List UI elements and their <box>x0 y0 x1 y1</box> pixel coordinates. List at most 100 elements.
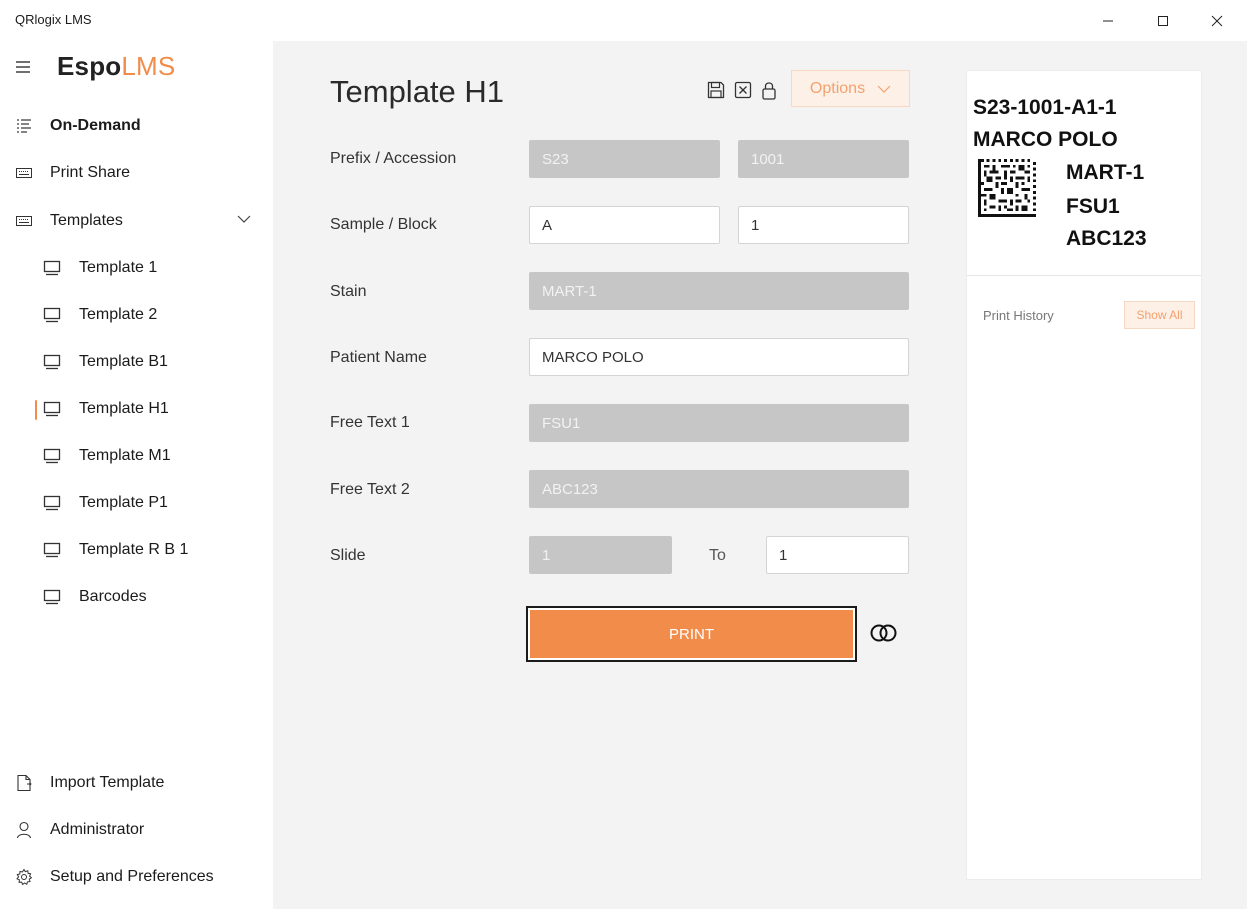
sidebar-item-label: Template R B 1 <box>79 541 189 558</box>
brand-part2: LMS <box>121 51 176 81</box>
preview-patient-name: MARCO POLO <box>973 128 1118 151</box>
preview-stain: MART-1 <box>1066 161 1145 184</box>
lock-icon <box>762 82 776 100</box>
sidebar-item-administrator[interactable]: Administrator <box>0 810 273 850</box>
sidebar-item-label: Template 2 <box>79 306 158 323</box>
preview-free-text-2: ABC123 <box>1066 227 1147 250</box>
sidebar-item-label: Template 1 <box>79 259 158 276</box>
sidebar-item-setup-preferences[interactable]: Setup and Preferences <box>0 857 273 897</box>
sidebar-item-template-rb1[interactable]: Template R B 1 <box>0 530 273 570</box>
sidebar-item-template-2[interactable]: Template 2 <box>0 295 273 335</box>
chevron-down-icon <box>237 215 251 223</box>
sidebar-item-template-m1[interactable]: Template M1 <box>0 436 273 476</box>
monitor-icon <box>42 399 62 419</box>
discard-button[interactable] <box>733 79 753 101</box>
list-icon <box>14 116 34 136</box>
preview-free-text-1: FSU1 <box>1066 195 1120 218</box>
show-all-button[interactable]: Show All <box>1124 301 1195 329</box>
toggle-icon <box>870 624 897 642</box>
close-box-icon <box>734 81 752 99</box>
save-button[interactable] <box>706 79 726 101</box>
minimize-icon <box>1103 20 1113 21</box>
stain-field[interactable]: MART-1 <box>529 272 909 310</box>
monitor-icon <box>42 446 62 466</box>
hamburger-icon <box>16 61 30 73</box>
slide-to-label: To <box>709 547 726 564</box>
toggle-switch[interactable] <box>868 623 902 643</box>
sidebar-item-label: Barcodes <box>79 588 147 605</box>
keyboard-icon <box>14 163 34 183</box>
maximize-button[interactable] <box>1140 0 1186 41</box>
person-icon <box>14 820 34 840</box>
prefix-field[interactable]: S23 <box>529 140 720 178</box>
selection-indicator <box>35 400 37 420</box>
sidebar-item-label: Print Share <box>50 164 131 181</box>
chevron-down-icon <box>877 85 891 93</box>
sidebar-item-label: Import Template <box>50 774 165 791</box>
print-history-label: Print History <box>983 308 1054 323</box>
block-field[interactable]: 1 <box>738 206 909 244</box>
label-preview-panel: S23-1001-A1-1 MARCO POLO MART-1 FSU1 ABC… <box>966 70 1202 880</box>
slide-from-field[interactable]: 1 <box>529 536 672 574</box>
sidebar-item-label: Template P1 <box>79 494 168 511</box>
free-text-2-field[interactable]: ABC123 <box>529 470 909 508</box>
monitor-icon <box>42 305 62 325</box>
sidebar-item-template-1[interactable]: Template 1 <box>0 248 273 288</box>
gear-icon <box>14 867 34 887</box>
slide-to-field[interactable]: 1 <box>766 536 909 574</box>
sidebar-item-barcodes[interactable]: Barcodes <box>0 577 273 617</box>
title-bar: QRlogix LMS <box>0 0 1247 41</box>
save-icon <box>707 81 725 99</box>
monitor-icon <box>42 352 62 372</box>
preview-accession-id: S23-1001-A1-1 <box>973 96 1117 119</box>
options-dropdown-button[interactable]: Options <box>791 70 910 107</box>
sidebar-item-label: Template H1 <box>79 400 169 417</box>
sidebar-item-label: Setup and Preferences <box>50 868 214 885</box>
print-button[interactable]: PRINT <box>526 606 857 662</box>
patient-name-label: Patient Name <box>330 349 427 366</box>
close-icon <box>1211 15 1223 26</box>
sidebar-item-template-b1[interactable]: Template B1 <box>0 342 273 382</box>
patient-name-field[interactable]: MARCO POLO <box>529 338 909 376</box>
free-text-1-field[interactable]: FSU1 <box>529 404 909 442</box>
label-preview: S23-1001-A1-1 MARCO POLO MART-1 FSU1 ABC… <box>967 71 1201 276</box>
sidebar-item-label: Template B1 <box>79 353 168 370</box>
datamatrix-barcode-icon <box>978 159 1036 217</box>
window-title: QRlogix LMS <box>15 12 92 27</box>
print-button-label: PRINT <box>530 610 853 658</box>
sidebar-item-label: Administrator <box>50 821 145 838</box>
sidebar-item-templates[interactable]: Templates <box>0 201 273 241</box>
monitor-icon <box>42 258 62 278</box>
sidebar-item-on-demand[interactable]: On-Demand <box>0 106 273 146</box>
maximize-icon <box>1158 15 1168 26</box>
keyboard-icon <box>14 211 34 231</box>
sample-block-label: Sample / Block <box>330 216 437 233</box>
page-title: Template H1 <box>330 74 505 109</box>
monitor-icon <box>42 493 62 513</box>
close-button[interactable] <box>1194 0 1240 41</box>
minimize-button[interactable] <box>1085 0 1131 41</box>
sidebar-item-label: Templates <box>50 212 123 229</box>
monitor-icon <box>42 587 62 607</box>
brand-part1: Espo <box>57 51 122 81</box>
free-text-1-label: Free Text 1 <box>330 414 410 431</box>
brand-logo: EspoLMS <box>57 51 175 82</box>
sidebar-item-template-h1[interactable]: Template H1 <box>0 389 273 429</box>
hamburger-menu-button[interactable] <box>15 59 37 79</box>
sidebar: EspoLMS On-Demand Print Share Templates … <box>0 41 273 909</box>
prefix-accession-label: Prefix / Accession <box>330 150 457 167</box>
lock-button[interactable] <box>759 79 779 101</box>
stain-label: Stain <box>330 283 367 300</box>
sidebar-item-label: On-Demand <box>50 117 141 134</box>
slide-label: Slide <box>330 547 366 564</box>
sample-field[interactable]: A <box>529 206 720 244</box>
sidebar-item-label: Template M1 <box>79 447 171 464</box>
accession-field[interactable]: 1001 <box>738 140 909 178</box>
free-text-2-label: Free Text 2 <box>330 481 410 498</box>
sidebar-item-import-template[interactable]: Import Template <box>0 763 273 803</box>
document-import-icon <box>14 773 34 793</box>
options-label: Options <box>809 79 866 97</box>
sidebar-item-template-p1[interactable]: Template P1 <box>0 483 273 523</box>
monitor-icon <box>42 540 62 560</box>
sidebar-item-print-share[interactable]: Print Share <box>0 153 273 193</box>
